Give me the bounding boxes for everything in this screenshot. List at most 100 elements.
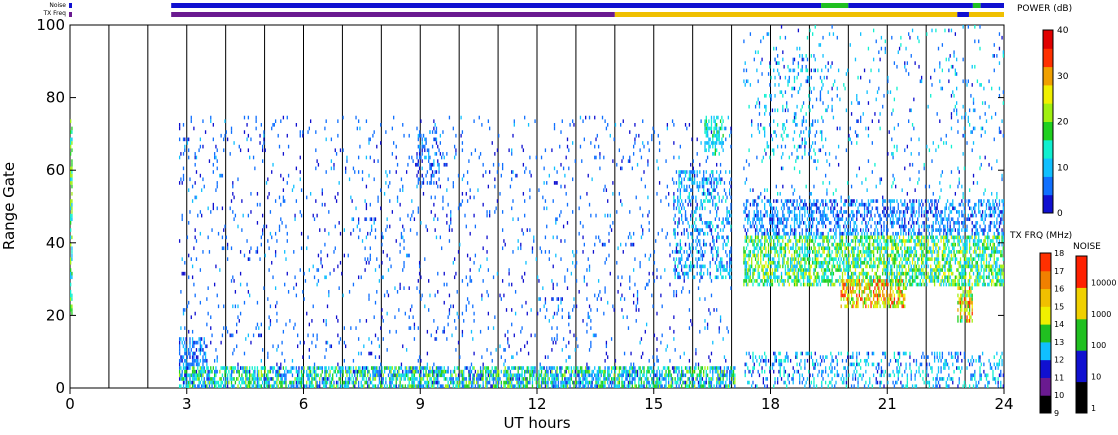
data-cell <box>627 326 630 330</box>
data-cell <box>378 344 381 349</box>
data-cell <box>418 384 421 388</box>
data-cell <box>451 228 453 232</box>
data-cell <box>360 369 362 374</box>
data-cell <box>507 369 509 374</box>
data-cell <box>297 380 299 385</box>
data-cell <box>504 384 506 388</box>
data-cell <box>206 366 208 370</box>
data-cell <box>243 115 246 120</box>
data-cell <box>716 141 718 145</box>
data-cell <box>518 384 521 388</box>
data-cell <box>203 369 205 374</box>
data-cell <box>429 369 431 374</box>
data-cell <box>345 369 347 374</box>
data-cell <box>579 115 582 120</box>
data-cell <box>631 384 633 388</box>
data-cell <box>224 373 226 378</box>
data-cell <box>238 319 240 323</box>
data-cell <box>511 366 513 370</box>
data-cell <box>648 358 650 363</box>
data-cell <box>614 366 617 370</box>
data-cell <box>232 191 234 196</box>
data-cell <box>267 351 269 356</box>
data-cell <box>512 366 514 370</box>
data-cell <box>429 181 431 185</box>
data-cell <box>621 380 623 385</box>
data-cell <box>526 366 528 370</box>
data-cell <box>365 366 368 370</box>
data-cell <box>647 282 649 287</box>
data-cell <box>692 384 694 388</box>
data-cell <box>380 123 382 127</box>
data-cell <box>635 373 637 378</box>
data-cell <box>194 340 196 345</box>
data-cell <box>470 152 473 156</box>
data-cell <box>789 224 792 229</box>
data-cell <box>439 369 442 374</box>
data-cell <box>826 217 828 222</box>
data-cell <box>446 162 448 167</box>
data-cell <box>311 340 313 345</box>
data-cell <box>586 322 588 327</box>
data-cell <box>184 144 186 149</box>
data-cell <box>572 260 574 265</box>
data-cell <box>434 213 436 218</box>
data-cell <box>378 355 381 359</box>
data-cell <box>675 289 678 294</box>
data-cell <box>391 380 394 385</box>
data-cell <box>316 337 318 341</box>
data-cell <box>546 308 548 312</box>
data-cell <box>632 366 635 370</box>
data-cell <box>479 373 482 378</box>
data-cell <box>705 221 707 225</box>
data-cell <box>714 133 717 138</box>
data-cell <box>716 123 718 127</box>
data-cell <box>716 224 718 229</box>
data-cell <box>652 380 654 385</box>
data-cell <box>267 297 269 301</box>
data-cell <box>407 253 409 258</box>
data-cell <box>260 384 262 388</box>
data-cell <box>434 380 436 385</box>
data-cell <box>944 206 946 211</box>
data-cell <box>369 377 371 381</box>
data-cell <box>726 268 728 272</box>
data-cell <box>709 137 711 142</box>
data-cell <box>652 271 654 276</box>
data-cell <box>524 271 526 276</box>
data-cell <box>704 297 706 301</box>
data-cell <box>429 155 431 160</box>
data-cell <box>722 221 724 225</box>
data-cell <box>830 228 832 232</box>
data-cell <box>70 242 72 247</box>
data-cell <box>228 380 230 385</box>
data-cell <box>311 377 313 381</box>
data-cell <box>447 380 449 385</box>
data-cell <box>518 373 521 378</box>
data-cell <box>910 206 912 211</box>
data-cell <box>473 319 475 323</box>
data-cell <box>549 369 552 374</box>
data-cell <box>448 377 451 381</box>
data-cell <box>575 380 578 385</box>
data-cell <box>186 137 189 142</box>
data-cell <box>764 202 766 207</box>
data-cell <box>841 231 844 236</box>
data-cell <box>433 202 435 207</box>
data-cell <box>363 366 365 370</box>
data-cell <box>691 242 693 247</box>
data-cell <box>448 293 451 298</box>
data-cell <box>207 373 209 378</box>
data-cell <box>359 144 361 149</box>
data-cell <box>743 224 745 229</box>
data-cell <box>671 119 674 124</box>
data-cell <box>498 373 500 378</box>
data-cell <box>461 141 464 145</box>
data-cell <box>551 297 553 301</box>
data-cell <box>898 213 901 218</box>
data-cell <box>787 199 789 203</box>
data-cell <box>395 366 397 370</box>
data-cell <box>556 217 558 222</box>
data-cell <box>409 366 412 370</box>
data-cell <box>898 210 901 214</box>
